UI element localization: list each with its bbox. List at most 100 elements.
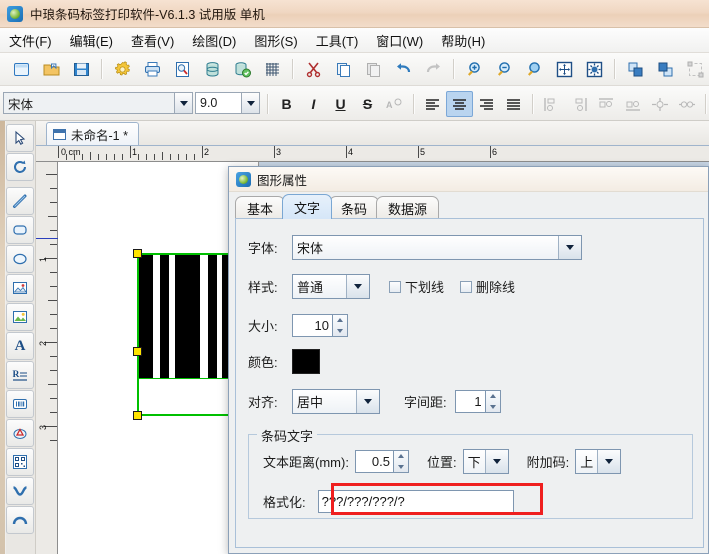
align-left-button[interactable] [419,91,446,117]
copy-button[interactable] [329,56,357,82]
new-document-icon [12,60,31,79]
chevron-down-icon[interactable] [356,390,379,413]
shape-properties-dialog[interactable]: 图形属性 基本 文字 条码 数据源 字体: 宋体 样式: 普通 下划线 [228,166,709,554]
tool-rounded-rectangle[interactable] [6,216,34,244]
chevron-down-icon[interactable] [558,236,581,259]
zoom-in-button[interactable] [460,56,488,82]
zoom-actual-button[interactable] [520,56,548,82]
menu-help[interactable]: 帮助(H) [432,28,494,53]
document-tab[interactable]: 未命名-1 * [46,122,139,145]
database-button[interactable] [198,56,226,82]
tool-arc[interactable] [6,506,34,534]
align-justify-button[interactable] [500,91,527,117]
tab-basic[interactable]: 基本 [235,196,285,219]
italic-button[interactable]: I [300,91,327,117]
text-tab-panel: 字体: 宋体 样式: 普通 下划线 删除线 [235,218,704,548]
spinner-up-icon[interactable] [486,391,500,402]
resize-handle-top-left[interactable] [133,249,142,258]
spinner-down-icon[interactable] [333,326,347,337]
new-document-button[interactable] [7,56,35,82]
bring-front-button[interactable] [621,56,649,82]
database-connect-button[interactable] [228,56,256,82]
spinner-buttons[interactable] [485,390,501,413]
undo-button[interactable] [389,56,417,82]
open-file-button[interactable] [37,56,65,82]
bold-button[interactable]: B [273,91,300,117]
chevron-down-icon[interactable] [346,275,369,298]
fit-page-button[interactable] [550,56,578,82]
vertical-ruler[interactable]: 1 2 3 [36,162,58,554]
spinner-up-icon[interactable] [394,451,408,462]
tab-text[interactable]: 文字 [282,194,332,219]
size-spinner[interactable]: 10 [292,314,348,337]
style-combo[interactable]: 普通 [292,274,370,299]
tool-barcode[interactable] [6,390,34,418]
settings-button[interactable] [108,56,136,82]
cut-button[interactable] [299,56,327,82]
font-size-combo[interactable]: 9.0 [195,92,260,114]
position-combo[interactable]: 下 [463,449,509,474]
tab-datasource[interactable]: 数据源 [376,196,439,219]
tool-image-placeholder[interactable] [6,274,34,302]
tool-shape[interactable] [6,419,34,447]
tab-barcode[interactable]: 条码 [329,196,379,219]
align-combo[interactable]: 居中 [292,389,380,414]
tool-rotate[interactable] [6,153,34,181]
tool-curve[interactable] [6,477,34,505]
resize-handle-middle-left[interactable] [133,347,142,356]
fit-width-icon [585,60,604,79]
color-swatch-button[interactable] [292,349,320,374]
chevron-down-icon[interactable] [174,93,192,113]
resize-handle-bottom-left[interactable] [133,411,142,420]
charspacing-spinner[interactable]: 1 [455,390,501,413]
menu-tools[interactable]: 工具(T) [307,28,368,53]
text-effect-icon: A [386,97,403,112]
chevron-down-icon[interactable] [485,450,508,473]
print-preview-button[interactable] [168,56,196,82]
spinner-up-icon[interactable] [333,315,347,326]
strikethrough-button[interactable]: S [354,91,381,117]
send-back-button[interactable] [651,56,679,82]
underline-checkbox[interactable]: 下划线 [389,277,444,296]
dialog-title-bar[interactable]: 图形属性 [229,167,708,192]
menu-shape[interactable]: 图形(S) [245,28,306,53]
tool-text[interactable]: A [6,332,34,360]
select-pointer-icon [12,130,28,146]
chevron-down-icon[interactable] [241,93,259,113]
menu-draw[interactable]: 绘图(D) [183,28,245,53]
addon-combo[interactable]: 上 [575,449,621,474]
toolbar-separator [453,59,454,79]
menu-view[interactable]: 查看(V) [122,28,183,53]
chevron-down-icon[interactable] [597,450,620,473]
menu-file[interactable]: 文件(F) [0,28,61,53]
grid-button[interactable] [258,56,286,82]
menu-window[interactable]: 窗口(W) [367,28,432,53]
print-preview-icon [173,60,192,79]
vruler-label-2: 2 [38,341,48,346]
zoom-out-button[interactable] [490,56,518,82]
spinner-down-icon[interactable] [394,462,408,473]
tool-picture[interactable] [6,303,34,331]
tool-qrcode[interactable] [6,448,34,476]
horizontal-ruler[interactable]: 0 cm 1 2 3 4 5 6 [36,146,709,162]
align-center-button[interactable] [446,91,473,117]
fit-width-button[interactable] [580,56,608,82]
spinner-buttons[interactable] [332,314,348,337]
spinner-buttons[interactable] [393,450,409,473]
align-right-button[interactable] [473,91,500,117]
underline-button[interactable]: U [327,91,354,117]
tool-line[interactable] [6,187,34,215]
text-distance-spinner[interactable]: 0.5 [355,450,409,473]
tool-select-pointer[interactable] [6,124,34,152]
rotate-icon [12,159,28,175]
strikethrough-checkbox[interactable]: 删除线 [460,277,515,296]
menu-edit[interactable]: 编辑(E) [61,28,122,53]
print-button[interactable] [138,56,166,82]
tool-rich-text[interactable]: R [6,361,34,389]
font-combo[interactable]: 宋体 [292,235,582,260]
undo-icon [394,60,413,79]
font-name-combo[interactable]: 宋体 [3,92,193,114]
save-button[interactable] [67,56,95,82]
spinner-down-icon[interactable] [486,402,500,413]
tool-ellipse[interactable] [6,245,34,273]
